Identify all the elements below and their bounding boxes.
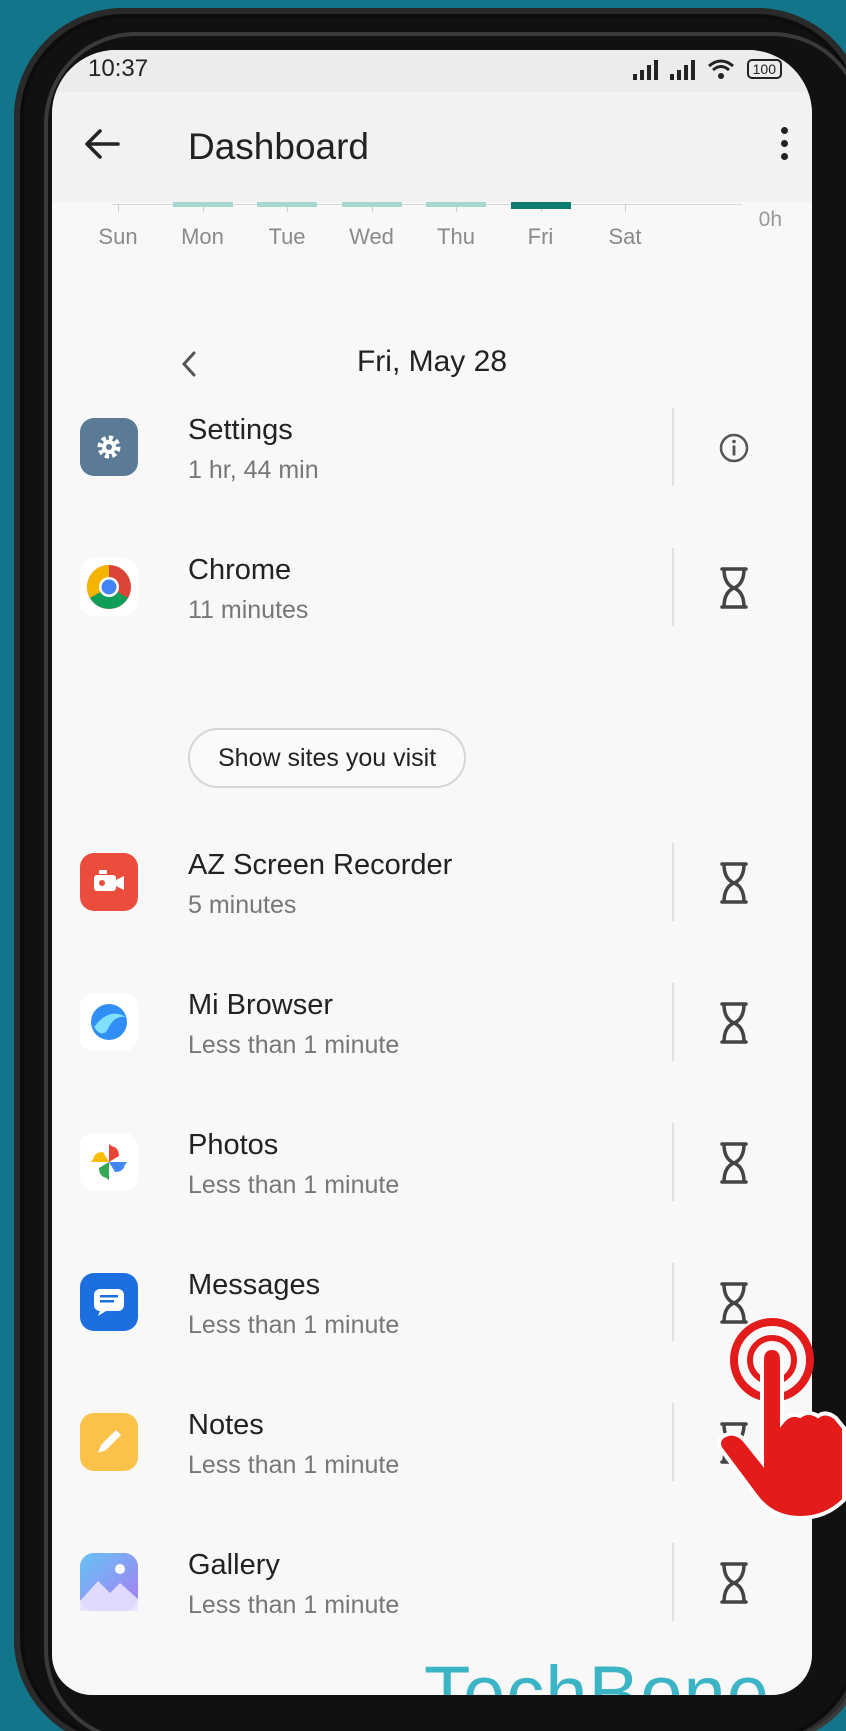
- gallery-icon: [80, 1553, 138, 1611]
- chrome-icon: [80, 558, 138, 616]
- selected-date: Fri, May 28: [356, 345, 508, 378]
- chart-axis-label: 0h: [758, 208, 782, 231]
- status-time: 10:37: [88, 55, 149, 82]
- app-usage-time: Less than 1 minute: [188, 1171, 400, 1199]
- app-name: Notes: [188, 1409, 264, 1441]
- photos-icon: [80, 1133, 138, 1191]
- hourglass-icon[interactable]: [716, 1141, 752, 1185]
- day-label-wed[interactable]: Wed: [332, 224, 412, 250]
- info-icon[interactable]: [716, 426, 752, 470]
- watermark: TechBone: [424, 1651, 771, 1695]
- hourglass-icon[interactable]: [716, 1001, 752, 1045]
- row-divider: [672, 1263, 674, 1341]
- app-name: AZ Screen Recorder: [188, 849, 453, 881]
- tap-hand-icon: [717, 1318, 846, 1520]
- chart-tick: [118, 204, 119, 212]
- chart-bar-tue[interactable]: [257, 202, 317, 207]
- app-usage-time: 5 minutes: [188, 891, 297, 919]
- app-row-mi-browser[interactable]: Mi Browser Less than 1 minute: [52, 975, 812, 1095]
- app-row-chrome[interactable]: Chrome 11 minutes: [52, 540, 812, 660]
- day-label-sat[interactable]: Sat: [585, 224, 665, 250]
- battery-icon: 100: [746, 59, 782, 79]
- page-title: Dashboard: [188, 126, 370, 167]
- app-name: Mi Browser: [188, 989, 334, 1021]
- app-usage-time: 1 hr, 44 min: [188, 456, 319, 484]
- mi-browser-icon: [80, 993, 138, 1051]
- app-bar: Dashboard: [52, 92, 812, 202]
- hourglass-icon[interactable]: [716, 1561, 752, 1605]
- app-name: Settings: [188, 414, 293, 446]
- usage-chart: 0h Sun Mon Tue Wed Thu Fri Sat: [52, 202, 812, 292]
- app-row-settings[interactable]: Settings 1 hr, 44 min: [52, 400, 812, 520]
- app-usage-time: Less than 1 minute: [188, 1591, 400, 1619]
- row-divider: [672, 843, 674, 921]
- app-name: Photos: [188, 1129, 279, 1161]
- day-label-thu[interactable]: Thu: [416, 224, 496, 250]
- screen: 10:37 100 Dashboard 0h Sun Mon Tue Wed Thu Fr…: [52, 50, 812, 1695]
- az-recorder-icon: [80, 853, 138, 911]
- more-options-icon[interactable]: [774, 124, 794, 168]
- signal-icon: [632, 58, 658, 80]
- chart-tick: [625, 204, 626, 212]
- notes-icon: [80, 1413, 138, 1471]
- app-name: Messages: [188, 1269, 321, 1301]
- status-icons: 100: [632, 58, 782, 80]
- messages-icon: [80, 1273, 138, 1331]
- app-usage-time: Less than 1 minute: [188, 1031, 400, 1059]
- app-row-notes[interactable]: Notes Less than 1 minute: [52, 1395, 812, 1515]
- show-sites-button[interactable]: Show sites you visit: [188, 728, 467, 788]
- row-divider: [672, 1123, 674, 1201]
- day-label-fri[interactable]: Fri: [501, 224, 581, 250]
- row-divider: [672, 408, 674, 486]
- row-divider: [672, 1543, 674, 1621]
- day-label-mon[interactable]: Mon: [163, 224, 243, 250]
- app-usage-time: Less than 1 minute: [188, 1451, 400, 1479]
- day-label-tue[interactable]: Tue: [247, 224, 327, 250]
- chart-bar-mon[interactable]: [172, 202, 233, 207]
- status-bar: 10:37 100: [52, 50, 812, 92]
- row-divider: [672, 983, 674, 1061]
- app-row-az-screen-recorder[interactable]: AZ Screen Recorder 5 minutes: [52, 835, 812, 955]
- app-row-photos[interactable]: Photos Less than 1 minute: [52, 1115, 812, 1235]
- app-name: Gallery: [188, 1549, 280, 1581]
- app-row-messages[interactable]: Messages Less than 1 minute: [52, 1255, 812, 1375]
- day-label-sun[interactable]: Sun: [78, 224, 158, 250]
- row-divider: [672, 548, 674, 626]
- wifi-icon: [707, 59, 734, 79]
- app-usage-time: Less than 1 minute: [188, 1311, 400, 1339]
- chart-bar-thu[interactable]: [426, 202, 486, 207]
- settings-icon: [80, 418, 138, 476]
- row-divider: [672, 1403, 674, 1481]
- hourglass-icon[interactable]: [716, 861, 752, 905]
- app-row-gallery[interactable]: Gallery Less than 1 minute: [52, 1535, 812, 1655]
- app-name: Chrome: [188, 554, 292, 586]
- date-navigation: Fri, May 28: [52, 335, 812, 395]
- chart-bar-fri[interactable]: [510, 202, 571, 209]
- back-arrow-icon[interactable]: [80, 122, 124, 166]
- signal-icon-2: [669, 58, 695, 80]
- hourglass-icon[interactable]: [716, 566, 752, 610]
- chart-bar-wed[interactable]: [341, 202, 402, 207]
- app-usage-time: 11 minutes: [188, 596, 309, 624]
